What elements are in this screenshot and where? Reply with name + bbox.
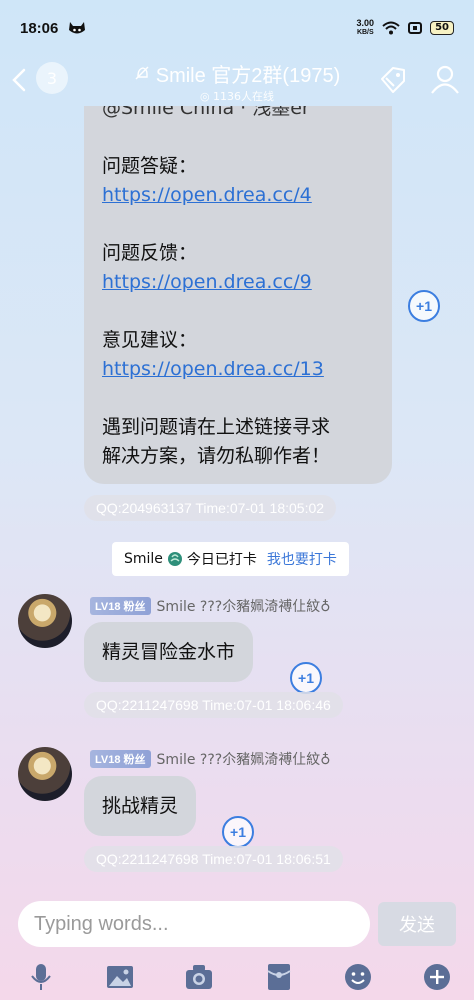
sim-icon xyxy=(408,22,423,34)
online-count: ◎ 1136人在线 xyxy=(134,88,341,104)
message-line: 意见建议： xyxy=(102,329,198,351)
group-title: Smile 官方2群(1975) xyxy=(155,64,341,87)
message-link[interactable]: https://open.drea.cc/13 xyxy=(102,355,374,384)
message-bubble[interactable]: 挑战精灵 xyxy=(84,776,197,836)
message-line-blank xyxy=(102,210,374,239)
red-packet-icon[interactable] xyxy=(264,962,294,992)
message-line: 问题反馈： xyxy=(102,242,198,264)
title-area[interactable]: Smile 官方2群(1975) ◎ 1136人在线 xyxy=(134,59,341,104)
message-line: 问题答疑： xyxy=(102,155,198,177)
message-line: 解决方案，请勿私聊作者！ xyxy=(102,445,331,467)
checkin-icon xyxy=(167,552,182,566)
message-meta: QQ:2211247698 Time:07-01 18:06:46 xyxy=(84,692,343,718)
send-button[interactable]: 发送 xyxy=(378,902,456,946)
network-speed: 3.00 KB/S xyxy=(357,19,375,37)
sender-row: LV18 粉丝 Smile ???尒豬姵渏禣仩紋♁ xyxy=(90,596,330,616)
online-count-text: 1136人在线 xyxy=(213,89,275,103)
group-title-row: Smile 官方2群(1975) xyxy=(134,59,341,88)
emoji-icon[interactable] xyxy=(343,962,373,992)
message-line-blank xyxy=(102,297,374,326)
plus-icon[interactable] xyxy=(422,962,452,992)
back-button[interactable] xyxy=(8,64,30,96)
microphone-icon[interactable] xyxy=(26,962,56,992)
bottom-toolbar xyxy=(0,954,474,1000)
chat-header: 3 Smile 官方2群(1975) ◎ 1136人在线 xyxy=(0,56,474,106)
message-line: @Smile China · 浅墨er xyxy=(102,106,310,119)
battery-indicator: 50 xyxy=(430,21,454,35)
image-icon[interactable] xyxy=(105,962,135,992)
avatar[interactable] xyxy=(18,747,72,801)
avatar[interactable] xyxy=(18,594,72,648)
message-line-blank xyxy=(102,384,374,413)
input-bar: 发送 xyxy=(0,896,474,952)
message-input[interactable] xyxy=(18,901,370,947)
status-time: 18:06 xyxy=(20,19,59,37)
level-badge: LV18 粉丝 xyxy=(90,750,151,768)
system-message: Smile 今日已打卡 我也要打卡 xyxy=(112,542,349,576)
message-link[interactable]: https://open.drea.cc/9 xyxy=(102,268,374,297)
level-badge: LV18 粉丝 xyxy=(90,597,151,615)
unread-count-badge[interactable]: 3 xyxy=(36,62,68,94)
message-line-blank xyxy=(102,123,374,152)
message-meta: QQ:204963137 Time:07-01 18:05:02 xyxy=(84,495,337,521)
plus-one-button[interactable]: +1 xyxy=(408,290,440,322)
speed-unit: KB/S xyxy=(356,29,374,36)
message-bubble-announcement[interactable]: @Smile China · 浅墨er 问题答疑： https://open.d… xyxy=(84,106,392,484)
wifi-icon xyxy=(382,21,400,35)
speed-value: 3.00 xyxy=(356,18,375,28)
system-message-text: 今日已打卡 xyxy=(186,552,257,568)
sender-row: LV18 粉丝 Smile ???尒豬姵渏禣仩紋♁ xyxy=(90,749,330,769)
message-line: 遇到问题请在上述链接寻求 xyxy=(102,416,331,438)
sender-name[interactable]: Smile ???尒豬姵渏禣仩紋♁ xyxy=(157,596,331,616)
message-bubble[interactable]: 精灵冒险金水市 xyxy=(84,622,254,682)
group-members-icon[interactable] xyxy=(428,62,462,96)
camera-icon[interactable] xyxy=(184,962,214,992)
system-message-name: Smile xyxy=(124,551,163,567)
message-link[interactable]: https://open.drea.cc/4 xyxy=(102,181,374,210)
message-meta: QQ:2211247698 Time:07-01 18:06:51 xyxy=(84,846,343,872)
cat-icon xyxy=(69,22,86,34)
online-icon: ◎ xyxy=(199,89,214,103)
status-bar: 18:06 3.00 KB/S 50 xyxy=(0,0,474,56)
tag-icon[interactable] xyxy=(376,62,410,96)
sender-name[interactable]: Smile ???尒豬姵渏禣仩紋♁ xyxy=(157,749,331,769)
plus-one-button[interactable]: +1 xyxy=(222,816,254,848)
checkin-link[interactable]: 我也要打卡 xyxy=(267,549,337,569)
mute-icon xyxy=(135,66,149,80)
plus-one-button[interactable]: +1 xyxy=(290,662,322,694)
